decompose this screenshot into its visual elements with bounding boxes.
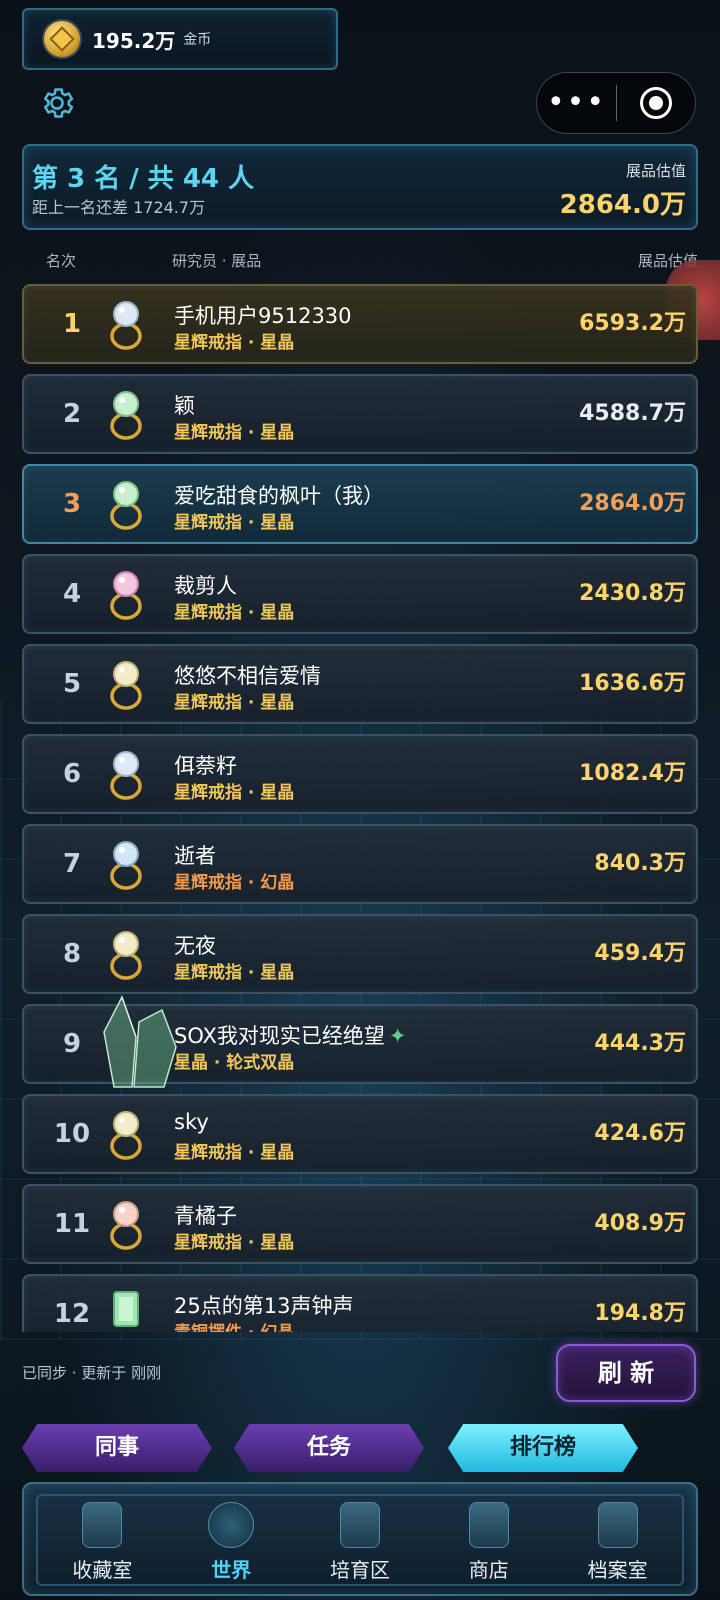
tab-colleagues[interactable]: 同事 [22,1424,212,1472]
exhibit-value: 424.6万 [594,1121,686,1146]
column-header-rank: 名次 [46,252,77,270]
player-name: 颖 [174,394,195,418]
leaderboard-row[interactable]: 7 逝者 星辉戒指 · 幻晶 840.3万 [22,824,698,904]
archive-room-icon [597,1502,638,1548]
leaderboard-row[interactable]: 12 25点的第13声钟声 青铜摆件 · 幻晶 194.8万 [22,1274,698,1332]
diamond-ring-icon [110,751,142,800]
player-name: 手机用户9512330 [174,304,352,328]
nav-world[interactable]: 世界 [167,1496,296,1584]
rank-gap-text: 距上一名还差 1724.7万 [32,198,206,217]
miniprogram-capsule: ••• [536,72,696,134]
more-menu-button[interactable]: ••• [537,72,616,134]
diamond-ring-icon [110,661,142,710]
player-name: 逝者 [174,844,216,868]
exhibit-value: 459.4万 [594,941,686,966]
cultivation-area-icon [339,1502,380,1548]
exhibit-value: 840.3万 [594,851,686,876]
nav-label: 商店 [468,1558,509,1582]
player-name: 青橘子 [174,1204,237,1228]
player-name: 爱吃甜食的枫叶（我） [174,484,384,508]
exhibit-value: 6593.2万 [579,311,686,336]
coin-amount: 195.2万 [92,28,176,53]
target-icon [639,87,672,119]
coin-balance: 195.2万 金币 [22,8,338,70]
leaderboard-row-me[interactable]: 3 爱吃甜食的枫叶（我） 星辉戒指 · 星晶 2864.0万 [22,464,698,544]
diamond-ring-icon [110,931,142,980]
exhibit-info: 星辉戒指 · 幻晶 [174,873,295,893]
exhibit-info: 星辉戒指 · 星晶 [174,423,295,443]
collection-room-icon [82,1502,123,1548]
exhibit-info: 星辉戒指 · 星晶 [174,963,295,983]
leaderboard-list[interactable]: 1 手机用户9512330 星辉戒指 · 星晶 6593.2万 2 颖 星辉戒指… [0,282,720,1332]
diamond-ring-icon [110,1111,142,1160]
nav-label: 世界 [211,1558,252,1582]
player-name: 佴萘籽 [174,754,237,778]
leaderboard-row[interactable]: 4 裁剪人 星辉戒指 · 星晶 2430.8万 [22,554,698,634]
exhibit-value: 444.3万 [594,1031,686,1056]
player-name: 悠悠不相信爱情 [174,664,321,688]
sync-status: 已同步 · 更新于 刚刚 [22,1364,162,1382]
exhibit-info: 青铜摆件 · 幻晶 [174,1318,294,1332]
column-header-researcher: 研究员 · 展品 [172,252,262,270]
leaderboard-row[interactable]: 1 手机用户9512330 星辉戒指 · 星晶 6593.2万 [22,284,698,364]
exhibit-info: 星辉戒指 · 星晶 [174,603,295,623]
coin-unit: 金币 [183,32,212,48]
leaderboard-row[interactable]: 9 SOX我对现实已经绝望 ✦ 星晶 · 轮式双晶 444.3万 [22,995,698,1088]
leaderboard-row[interactable]: 8 无夜 星辉戒指 · 星晶 459.4万 [22,914,698,994]
leaderboard-row[interactable]: 5 悠悠不相信爱情 星辉戒指 · 星晶 1636.6万 [22,644,698,724]
leaderboard-row[interactable]: 10 sky 星辉戒指 · 星晶 424.6万 [22,1094,698,1174]
player-name: sky [174,1110,209,1134]
emerald-ornament-icon [113,1291,139,1327]
nav-collection-room[interactable]: 收藏室 [38,1496,167,1584]
exhibit-info: 星晶 · 轮式双晶 [174,1053,295,1073]
tab-tasks[interactable]: 任务 [234,1424,424,1472]
exhibit-info: 星辉戒指 · 星晶 [174,1233,295,1253]
player-name: 无夜 [174,934,216,958]
exhibit-info: 星辉戒指 · 星晶 [174,693,295,713]
refresh-button[interactable]: 刷 新 [556,1344,696,1402]
exhibit-value: 1636.6万 [579,671,686,696]
player-name-text: SOX我对现实已经绝望 [174,1024,385,1048]
bottom-navigation: 收藏室 世界 培育区 商店 档案室 [22,1482,698,1596]
nav-archive-room[interactable]: 档案室 [553,1496,682,1584]
nav-cultivation-area[interactable]: 培育区 [296,1496,425,1584]
exhibit-value: 1082.4万 [579,761,686,786]
player-name: SOX我对现实已经绝望 ✦ [174,1020,407,1050]
settings-gear-icon[interactable] [38,84,76,122]
tab-leaderboard[interactable]: 排行榜 [448,1424,638,1472]
my-value: 2864.0万 [559,190,686,220]
nav-label: 收藏室 [72,1558,133,1582]
coin-icon [42,19,82,59]
shop-icon [468,1502,509,1548]
my-value-label: 展品估值 [625,162,686,180]
diamond-ring-icon [110,481,142,530]
exhibit-info: 星辉戒指 · 星晶 [174,513,295,533]
my-rank-panel: 第 3 名 / 共 44 人 距上一名还差 1724.7万 展品估值 2864.… [22,144,698,230]
water-gun-icon: ✦ [388,1024,407,1048]
exhibit-info: 星辉戒指 · 星晶 [174,1143,295,1163]
player-name: 25点的第13声钟声 [174,1294,354,1318]
diamond-ring-icon [110,1201,142,1250]
close-miniprogram-button[interactable] [617,87,695,119]
my-rank-text: 第 3 名 / 共 44 人 [32,164,255,194]
exhibit-value: 408.9万 [594,1211,686,1236]
leaderboard-row[interactable]: 2 颖 星辉戒指 · 星晶 4588.7万 [22,374,698,454]
exhibit-value: 2430.8万 [579,581,686,606]
nav-shop[interactable]: 商店 [424,1496,553,1584]
exhibit-value: 4588.7万 [579,401,686,426]
exhibit-info: 星辉戒指 · 星晶 [174,333,295,353]
exhibit-value: 194.8万 [594,1301,686,1326]
nav-label: 档案室 [587,1558,648,1582]
diamond-ring-icon [110,301,142,350]
player-name: 裁剪人 [174,574,237,598]
nav-label: 培育区 [329,1558,390,1582]
leaderboard-row[interactable]: 11 青橘子 星辉戒指 · 星晶 408.9万 [22,1184,698,1264]
diamond-ring-icon [110,391,142,440]
world-icon [208,1502,255,1548]
exhibit-info: 星辉戒指 · 星晶 [174,783,295,803]
exhibit-value: 2864.0万 [579,491,686,516]
diamond-ring-icon [110,571,142,620]
diamond-ring-icon [110,841,142,890]
leaderboard-row[interactable]: 6 佴萘籽 星辉戒指 · 星晶 1082.4万 [22,734,698,814]
